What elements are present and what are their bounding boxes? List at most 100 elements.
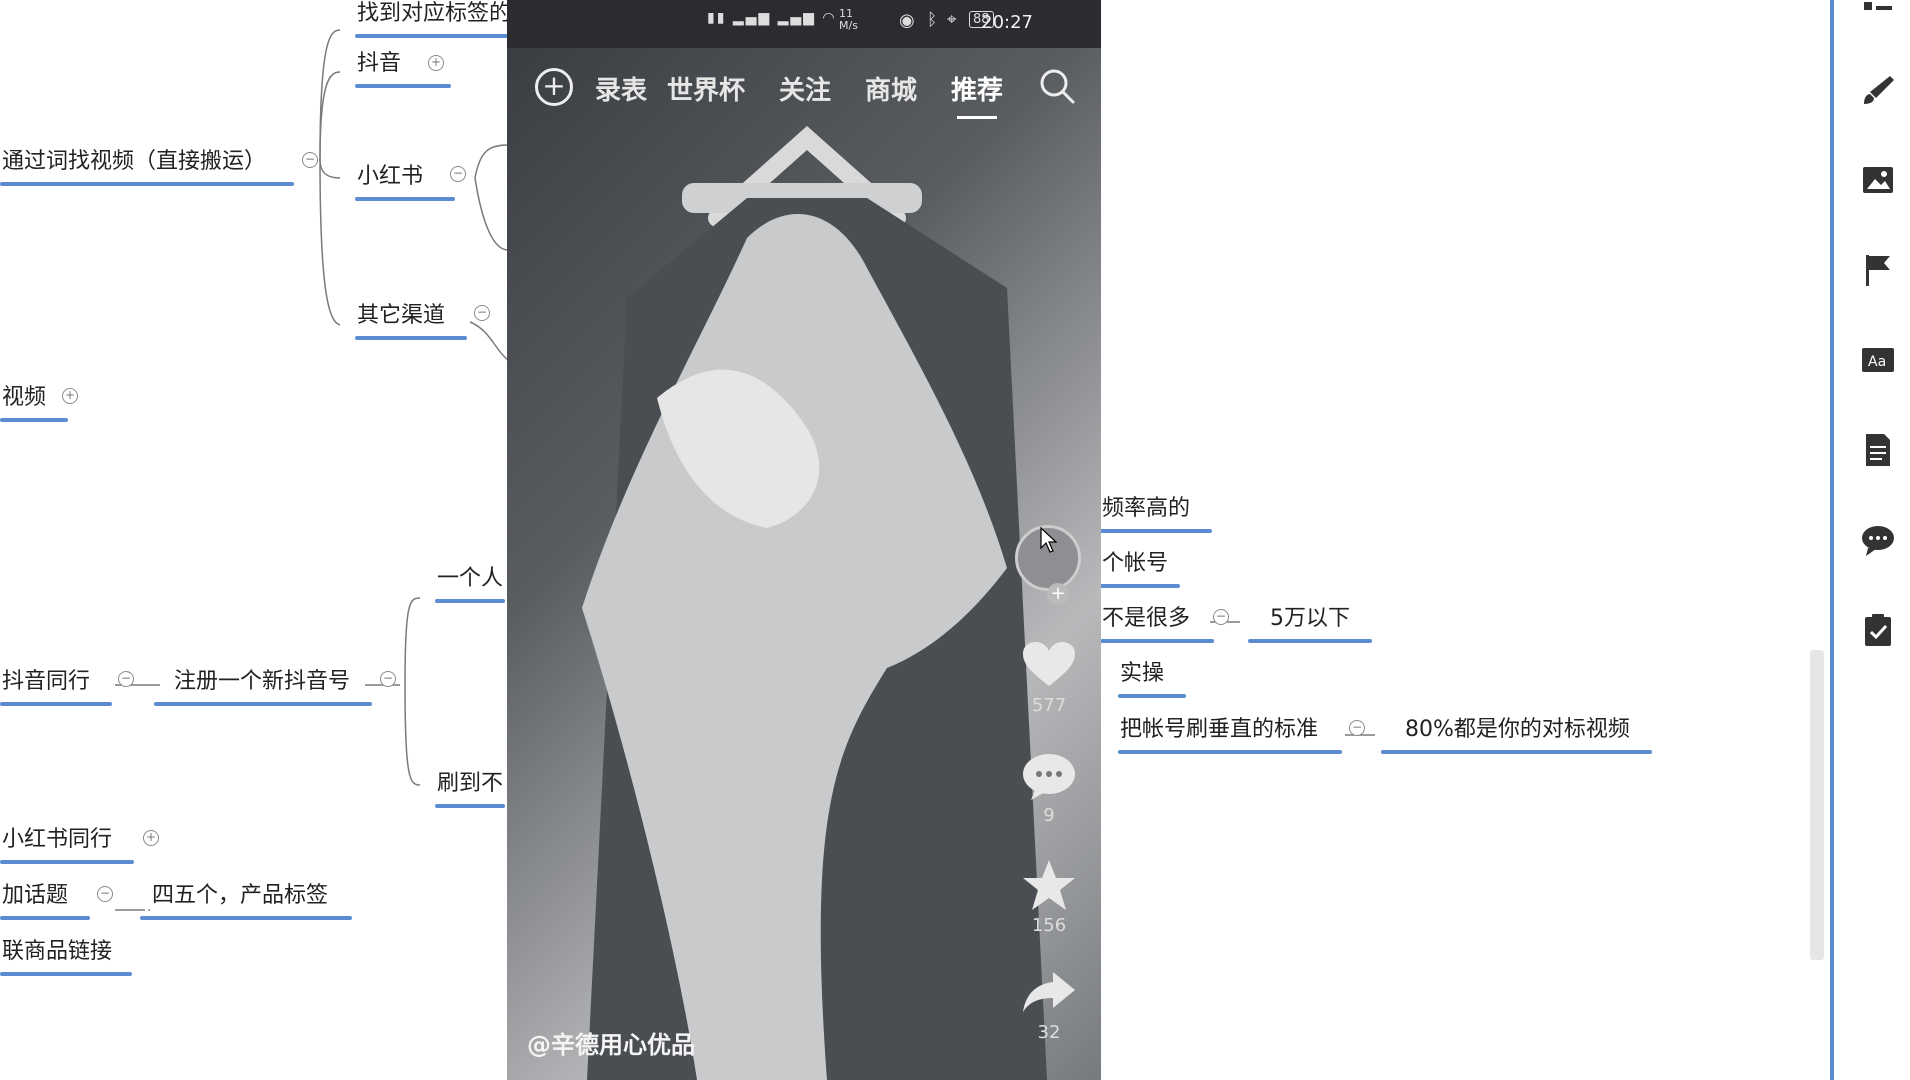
signal-icons: ▮▮ ▂▄▆ ▂▄▆ ◠ — [707, 10, 837, 26]
node-freq-high[interactable]: 频率高的 — [1100, 495, 1213, 533]
heart-icon[interactable] — [1021, 640, 1077, 690]
node-label: 找到对应标签的 — [357, 1, 512, 26]
node-video[interactable]: 视频 — [0, 384, 69, 422]
top-nav: + 录表 世界杯 关注 商城 推荐 — [507, 62, 1101, 119]
likes-count: 577 — [1031, 695, 1067, 716]
node-label: 频率高的 — [1102, 496, 1191, 521]
outline-icon[interactable] — [1860, 0, 1896, 36]
node-find-tag[interactable]: 找到对应标签的 — [355, 0, 514, 38]
node-douyin[interactable]: 抖音 — [355, 50, 452, 88]
comments-count: 9 — [1043, 805, 1055, 826]
follow-plus-icon[interactable]: + — [1047, 583, 1069, 605]
node-label: 80%都是你的对标视频 — [1405, 717, 1630, 742]
node-add-topic[interactable]: 加话题 — [0, 882, 91, 920]
node-label: 通过词找视频（直接搬运） — [2, 149, 267, 174]
author-name[interactable]: @辛德用心优品 — [527, 1025, 695, 1060]
node-xhs-peers[interactable]: 小红书同行 — [0, 826, 135, 864]
collapse-toggle-icon[interactable]: − — [118, 671, 134, 687]
node-underline — [1248, 639, 1372, 643]
node-link-product[interactable]: 联商品链接 — [0, 938, 133, 976]
node-one-person[interactable]: 一个人 — [435, 565, 506, 603]
node-four-five[interactable]: 四五个，产品标签 — [140, 882, 353, 920]
node-label: 四五个，产品标签 — [152, 883, 329, 908]
tab-following[interactable]: 关注 — [779, 70, 831, 107]
node-underline — [1381, 750, 1652, 754]
collapse-toggle-icon[interactable]: − — [302, 152, 318, 168]
node-underline — [435, 599, 506, 603]
collapse-toggle-icon[interactable]: − — [474, 305, 490, 321]
node-underline — [1118, 750, 1343, 754]
node-label: 加话题 — [2, 883, 69, 908]
node-label: 视频 — [2, 385, 47, 410]
expand-toggle-icon[interactable]: + — [428, 55, 444, 71]
node-underline — [355, 84, 452, 88]
node-other-channels[interactable]: 其它渠道 — [355, 302, 468, 340]
node-label: 实操 — [1120, 661, 1165, 686]
image-icon[interactable] — [1860, 162, 1896, 198]
tab-item[interactable]: 录表 — [595, 70, 647, 107]
node-underline — [154, 702, 373, 706]
location-icon: ⌖ — [947, 10, 957, 30]
node-under-50k[interactable]: 5万以下 — [1248, 605, 1372, 643]
node-label: 小红书同行 — [2, 827, 113, 852]
brush-icon[interactable] — [1860, 72, 1896, 108]
node-not-many[interactable]: 不是很多 — [1100, 605, 1215, 643]
node-underline — [0, 418, 69, 422]
shares-count: 32 — [1037, 1022, 1061, 1043]
node-label: 一个人 — [437, 566, 504, 591]
node-eighty-percent[interactable]: 80%都是你的对标视频 — [1381, 716, 1652, 754]
node-search-video[interactable]: 通过词找视频（直接搬运） — [0, 148, 295, 186]
node-vertical-standard[interactable]: 把帐号刷垂直的标准 — [1118, 716, 1343, 754]
tab-recommend[interactable]: 推荐 — [951, 70, 1003, 119]
add-icon[interactable]: + — [535, 68, 573, 106]
note-icon[interactable] — [1860, 432, 1896, 468]
node-underline — [435, 804, 506, 808]
node-practice[interactable]: 实操 — [1118, 660, 1187, 698]
vertical-scrollbar[interactable] — [1810, 650, 1824, 960]
tab-mall[interactable]: 商城 — [865, 70, 917, 107]
node-label: 其它渠道 — [357, 303, 446, 328]
node-scroll-to[interactable]: 刷到不 — [435, 770, 506, 808]
collapse-toggle-icon[interactable]: − — [450, 166, 466, 182]
right-toolbar: Aa — [1830, 0, 1910, 1080]
node-xiaohongshu[interactable]: 小红书 — [355, 163, 456, 201]
phone-screen[interactable]: ▮▮ ▂▄▆ ▂▄▆ ◠ 11 M/s ◉ ᛒ ⌖ 88 20:27 + 录表 … — [507, 0, 1101, 1080]
collapse-toggle-icon[interactable]: − — [380, 671, 396, 687]
node-underline — [355, 197, 456, 201]
node-label: 把帐号刷垂直的标准 — [1120, 717, 1319, 742]
node-underline — [355, 34, 514, 38]
collapse-toggle-icon[interactable]: − — [1213, 609, 1229, 625]
bluetooth-icon: ᛒ — [927, 10, 938, 30]
node-underline — [0, 702, 113, 706]
task-icon[interactable] — [1860, 612, 1896, 648]
search-icon[interactable] — [1037, 66, 1077, 106]
node-label: 联商品链接 — [2, 939, 113, 964]
node-register-new[interactable]: 注册一个新抖音号 — [154, 668, 373, 706]
expand-toggle-icon[interactable]: + — [143, 830, 159, 846]
collapse-toggle-icon[interactable]: − — [1349, 720, 1365, 736]
star-icon[interactable] — [1021, 858, 1077, 912]
node-underline — [0, 860, 135, 864]
flag-icon[interactable] — [1860, 252, 1896, 288]
node-one-account[interactable]: 个帐号 — [1100, 550, 1181, 588]
node-label: 刷到不 — [437, 771, 504, 796]
text-style-icon[interactable]: Aa — [1860, 342, 1896, 378]
node-underline — [1100, 639, 1215, 643]
node-label: 抖音 — [357, 51, 402, 76]
expand-toggle-icon[interactable]: + — [62, 388, 78, 404]
node-underline — [1100, 529, 1213, 533]
net-speed: 11 M/s — [839, 7, 858, 32]
node-label: 注册一个新抖音号 — [174, 669, 351, 694]
node-underline — [1100, 584, 1181, 588]
collapse-toggle-icon[interactable]: − — [97, 886, 113, 902]
share-icon[interactable] — [1021, 968, 1077, 1014]
node-label: 抖音同行 — [2, 669, 91, 694]
tab-item[interactable]: 世界杯 — [667, 70, 745, 107]
node-label: 小红书 — [357, 164, 424, 189]
comment-icon[interactable] — [1021, 750, 1077, 802]
comment-icon[interactable] — [1860, 522, 1896, 558]
node-underline — [355, 336, 468, 340]
svg-text:Aa: Aa — [1868, 354, 1886, 370]
node-underline — [0, 182, 295, 186]
node-douyin-peers[interactable]: 抖音同行 — [0, 668, 113, 706]
